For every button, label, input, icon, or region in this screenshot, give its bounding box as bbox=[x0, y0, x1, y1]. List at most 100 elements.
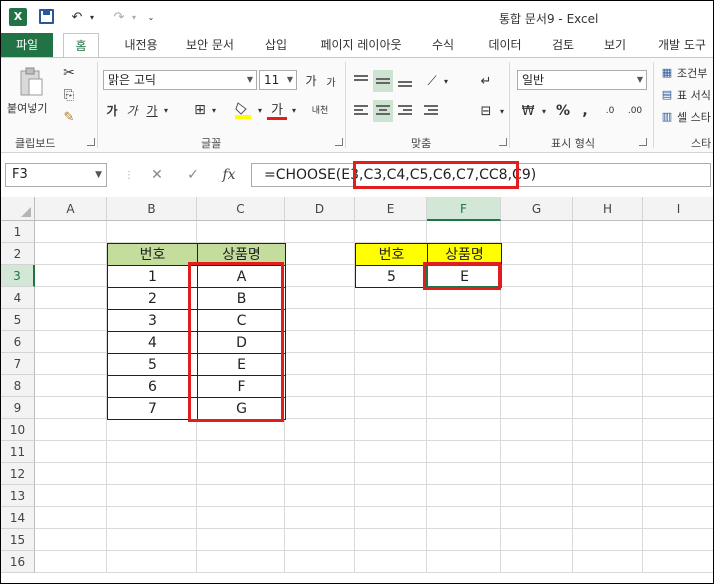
format-painter-icon[interactable]: ✎ bbox=[59, 108, 79, 126]
tab-personal[interactable]: 내전용 bbox=[113, 33, 169, 57]
italic-button[interactable]: 가 bbox=[125, 100, 139, 120]
align-right-icon[interactable] bbox=[395, 100, 415, 122]
row-header-15[interactable]: 15 bbox=[1, 529, 35, 551]
tab-formulas[interactable]: 수식 bbox=[425, 33, 461, 57]
tab-developer[interactable]: 개발 도구 bbox=[647, 33, 713, 57]
row-header-5[interactable]: 5 bbox=[1, 309, 35, 331]
column-header-C[interactable]: C bbox=[197, 197, 285, 221]
row-header-2[interactable]: 2 bbox=[1, 243, 35, 265]
row-header-1[interactable]: 1 bbox=[1, 221, 35, 243]
row-header-7[interactable]: 7 bbox=[1, 353, 35, 375]
paste-button[interactable]: 붙여넣기 bbox=[7, 100, 47, 116]
format-as-table-button[interactable]: 표 서식 bbox=[677, 87, 711, 103]
tab-secure-doc[interactable]: 보안 문서 bbox=[179, 33, 241, 57]
insert-function-button[interactable]: fx bbox=[219, 165, 239, 185]
borders-icon[interactable]: ⊞ bbox=[191, 100, 209, 120]
clipboard-launcher-icon[interactable] bbox=[87, 138, 95, 146]
font-size-select[interactable]: 11 ▼ bbox=[259, 70, 297, 90]
font-color-dropdown-icon[interactable]: ▾ bbox=[289, 100, 299, 120]
confirm-entry-button[interactable]: ✓ bbox=[183, 165, 203, 185]
column-header-F[interactable]: F bbox=[427, 197, 501, 221]
column-header-E[interactable]: E bbox=[355, 197, 427, 221]
row-header-12[interactable]: 12 bbox=[1, 463, 35, 485]
undo-dropdown-icon[interactable]: ▾ bbox=[87, 7, 97, 27]
row-header-9[interactable]: 9 bbox=[1, 397, 35, 419]
borders-dropdown-icon[interactable]: ▾ bbox=[209, 100, 219, 120]
row-header-11[interactable]: 11 bbox=[1, 441, 35, 463]
tab-data[interactable]: 데이터 bbox=[481, 33, 529, 57]
cell-styles-icon[interactable]: ▥ bbox=[659, 108, 675, 124]
tab-review[interactable]: 검토 bbox=[545, 33, 581, 57]
customize-qat-icon[interactable]: ⌄ bbox=[145, 7, 157, 27]
phonetic-button[interactable]: 내천 bbox=[307, 98, 333, 120]
indent-icon[interactable] bbox=[421, 100, 441, 122]
align-center-icon[interactable] bbox=[373, 100, 393, 122]
grow-font-button[interactable]: 가 bbox=[303, 70, 319, 90]
underline-dropdown-icon[interactable]: ▾ bbox=[161, 100, 171, 120]
table1-cell-number[interactable]: 4 bbox=[107, 331, 198, 354]
row-header-3[interactable]: 3 bbox=[1, 265, 35, 287]
row-header-8[interactable]: 8 bbox=[1, 375, 35, 397]
redo-dropdown-icon[interactable]: ▾ bbox=[129, 7, 139, 27]
format-as-table-icon[interactable]: ▤ bbox=[659, 86, 675, 102]
tab-file[interactable]: 파일 bbox=[1, 33, 53, 57]
align-top-icon[interactable] bbox=[351, 70, 371, 92]
bold-button[interactable]: 가 bbox=[105, 100, 119, 120]
undo-icon[interactable]: ↶ bbox=[67, 7, 87, 27]
column-header-D[interactable]: D bbox=[285, 197, 355, 221]
table1-cell-number[interactable]: 3 bbox=[107, 309, 198, 332]
decrease-decimal-button[interactable]: .00 bbox=[623, 100, 647, 122]
tab-home[interactable]: 홈 bbox=[63, 33, 99, 57]
number-launcher-icon[interactable] bbox=[639, 138, 647, 146]
alignment-launcher-icon[interactable] bbox=[499, 138, 507, 146]
fill-color-icon[interactable] bbox=[233, 100, 253, 120]
font-launcher-icon[interactable] bbox=[335, 138, 343, 146]
row-header-10[interactable]: 10 bbox=[1, 419, 35, 441]
accounting-format-icon[interactable]: ₩ bbox=[517, 100, 539, 122]
table1-cell-number[interactable]: 2 bbox=[107, 287, 198, 310]
comma-button[interactable]: , bbox=[577, 100, 593, 122]
column-header-B[interactable]: B bbox=[107, 197, 197, 221]
merge-dropdown-icon[interactable]: ▾ bbox=[497, 100, 507, 122]
select-all-corner[interactable] bbox=[1, 197, 35, 221]
align-left-icon[interactable] bbox=[351, 100, 371, 122]
shrink-font-button[interactable]: 가 bbox=[323, 72, 339, 90]
copy-icon[interactable]: ⎘ bbox=[59, 86, 79, 104]
orientation-dropdown-icon[interactable]: ▾ bbox=[441, 70, 451, 92]
cancel-entry-button[interactable]: ✕ bbox=[147, 165, 167, 185]
orientation-icon[interactable]: ⟋ bbox=[421, 70, 443, 92]
redo-icon[interactable]: ↷ bbox=[109, 7, 129, 27]
fill-color-dropdown-icon[interactable]: ▾ bbox=[255, 100, 265, 120]
row-header-16[interactable]: 16 bbox=[1, 551, 35, 573]
accounting-dropdown-icon[interactable]: ▾ bbox=[539, 100, 549, 122]
font-color-button[interactable]: 가 bbox=[267, 100, 287, 120]
row-header-4[interactable]: 4 bbox=[1, 287, 35, 309]
table1-cell-number[interactable]: 5 bbox=[107, 353, 198, 376]
name-box[interactable]: F3 ▼ bbox=[5, 163, 107, 187]
row-header-13[interactable]: 13 bbox=[1, 485, 35, 507]
wrap-text-icon[interactable]: ↵ bbox=[475, 70, 497, 92]
table1-cell-number[interactable]: 7 bbox=[107, 397, 198, 420]
cut-icon[interactable]: ✂ bbox=[59, 64, 79, 82]
align-middle-icon[interactable] bbox=[373, 70, 393, 92]
number-format-select[interactable]: 일반 ▼ bbox=[517, 70, 647, 90]
tab-insert[interactable]: 삽입 bbox=[257, 33, 295, 57]
table1-header-number[interactable]: 번호 bbox=[107, 243, 198, 266]
align-bottom-icon[interactable] bbox=[395, 70, 415, 92]
tab-page-layout[interactable]: 페이지 레이아웃 bbox=[311, 33, 411, 57]
table1-cell-number[interactable]: 6 bbox=[107, 375, 198, 398]
cell-styles-button[interactable]: 셀 스타 bbox=[677, 109, 711, 125]
column-header-H[interactable]: H bbox=[573, 197, 643, 221]
row-header-14[interactable]: 14 bbox=[1, 507, 35, 529]
table2-cell-number[interactable]: 5 bbox=[355, 265, 428, 288]
row-header-6[interactable]: 6 bbox=[1, 331, 35, 353]
save-icon[interactable] bbox=[39, 9, 54, 24]
paste-icon[interactable] bbox=[15, 66, 47, 98]
font-name-select[interactable]: 맑은 고딕 ▼ bbox=[103, 70, 257, 90]
column-header-I[interactable]: I bbox=[643, 197, 713, 221]
table1-cell-number[interactable]: 1 bbox=[107, 265, 198, 288]
column-header-A[interactable]: A bbox=[35, 197, 107, 221]
column-header-G[interactable]: G bbox=[501, 197, 573, 221]
merge-center-icon[interactable]: ⊟ bbox=[475, 100, 497, 122]
underline-button[interactable]: 가 bbox=[145, 100, 159, 120]
